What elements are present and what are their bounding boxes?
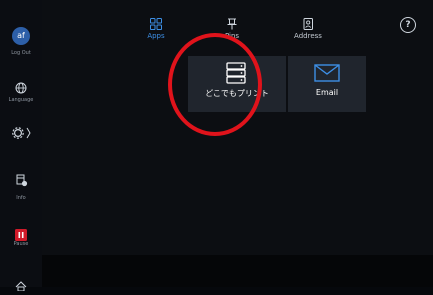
highlight-ring bbox=[168, 33, 262, 136]
language-button[interactable] bbox=[0, 79, 42, 98]
tab-pins[interactable]: Pins bbox=[207, 15, 257, 40]
home-icon bbox=[15, 281, 27, 292]
settings-button[interactable] bbox=[0, 125, 42, 144]
pause-icon bbox=[15, 229, 27, 241]
bottom-bar bbox=[42, 255, 433, 287]
app-tile-email[interactable]: Email bbox=[288, 56, 366, 112]
globe-icon bbox=[15, 82, 27, 94]
bottom-rail-button[interactable] bbox=[0, 276, 42, 295]
left-sidebar: af Log Out Language Info Pause bbox=[0, 0, 42, 292]
pin-icon bbox=[227, 18, 237, 30]
language-label: Language bbox=[8, 97, 34, 103]
info-button[interactable] bbox=[0, 172, 42, 191]
help-icon[interactable]: ? bbox=[400, 17, 416, 33]
address-book-icon bbox=[303, 18, 313, 30]
logout-label[interactable]: Log Out bbox=[0, 50, 42, 56]
avatar-initials: af bbox=[17, 31, 25, 40]
gear-icon bbox=[12, 127, 31, 139]
apps-grid-icon bbox=[150, 18, 162, 30]
tab-address[interactable]: Address bbox=[283, 15, 333, 40]
user-avatar[interactable]: af bbox=[12, 27, 30, 45]
device-screen: af Log Out Language Info Pause Apps Pins… bbox=[0, 0, 433, 292]
tab-apps-label: Apps bbox=[147, 32, 165, 40]
info-label: Info bbox=[16, 195, 26, 201]
printer-info-icon bbox=[16, 174, 28, 187]
pause-label: Pause bbox=[13, 241, 29, 247]
app-tile-email-label: Email bbox=[315, 88, 339, 97]
envelope-icon bbox=[314, 64, 340, 82]
tab-apps[interactable]: Apps bbox=[131, 15, 181, 40]
tab-address-label: Address bbox=[294, 32, 322, 40]
